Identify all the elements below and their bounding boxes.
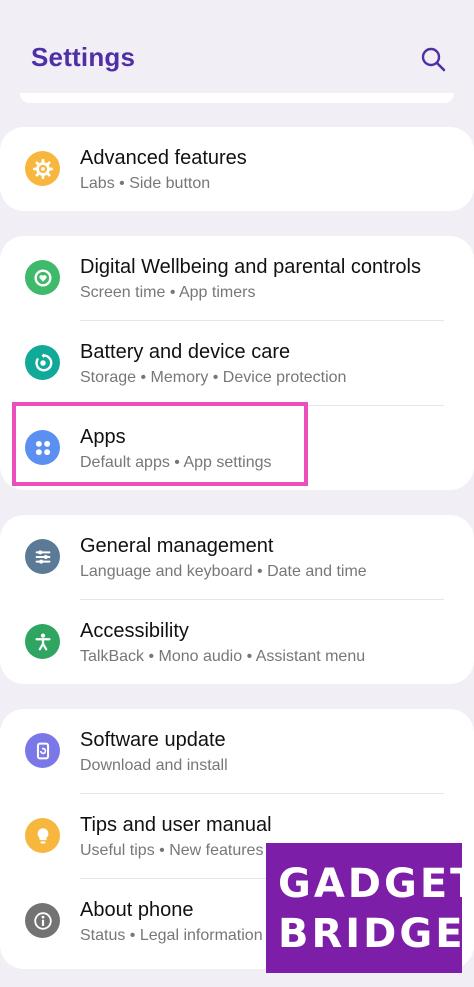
update-icon [25, 733, 60, 768]
header: Settings [0, 0, 474, 100]
software-update-item[interactable]: Software update Download and install [0, 709, 474, 793]
item-subtitle: Download and install [80, 757, 228, 774]
gear-icon [25, 151, 60, 186]
lightbulb-icon [25, 818, 60, 853]
item-title: Digital Wellbeing and parental controls [80, 256, 421, 278]
logo-line-1: GADGET [278, 861, 474, 907]
item-title: Advanced features [80, 147, 247, 169]
advanced-features-item[interactable]: Advanced features Labs • Side button [0, 127, 474, 211]
search-icon[interactable] [418, 44, 448, 74]
battery-device-care-item[interactable]: Battery and device care Storage • Memory… [0, 321, 474, 405]
item-subtitle: Screen time • App timers [80, 284, 256, 301]
wellbeing-icon [25, 260, 60, 295]
sliders-icon [25, 539, 60, 574]
accessibility-item[interactable]: Accessibility TalkBack • Mono audio • As… [0, 600, 474, 684]
digital-wellbeing-item[interactable]: Digital Wellbeing and parental controls … [0, 236, 474, 320]
previous-card-edge [20, 93, 454, 103]
item-title: Tips and user manual [80, 814, 272, 836]
settings-card-advanced: Advanced features Labs • Side button [0, 127, 474, 211]
accessibility-icon [25, 624, 60, 659]
item-subtitle: TalkBack • Mono audio • Assistant menu [80, 648, 366, 665]
item-title: Accessibility [80, 620, 189, 642]
item-title: About phone [80, 899, 194, 921]
apps-highlight-box [12, 402, 308, 486]
item-title: General management [80, 535, 274, 557]
item-subtitle: Status • Legal information [80, 927, 263, 944]
item-subtitle: Labs • Side button [80, 175, 211, 192]
info-icon [25, 903, 60, 938]
item-subtitle: Useful tips • New features [80, 842, 264, 859]
page-title: Settings [31, 42, 136, 72]
battery-care-icon [25, 345, 60, 380]
logo-line-2: BRIDGE [278, 911, 466, 957]
item-title: Software update [80, 729, 226, 751]
item-title: Battery and device care [80, 341, 291, 363]
general-management-item[interactable]: General management Language and keyboard… [0, 515, 474, 599]
gadget-bridge-logo: GADGET BRIDGE [266, 843, 474, 973]
item-subtitle: Storage • Memory • Device protection [80, 369, 347, 386]
item-subtitle: Language and keyboard • Date and time [80, 563, 367, 580]
settings-card-general: General management Language and keyboard… [0, 515, 474, 684]
